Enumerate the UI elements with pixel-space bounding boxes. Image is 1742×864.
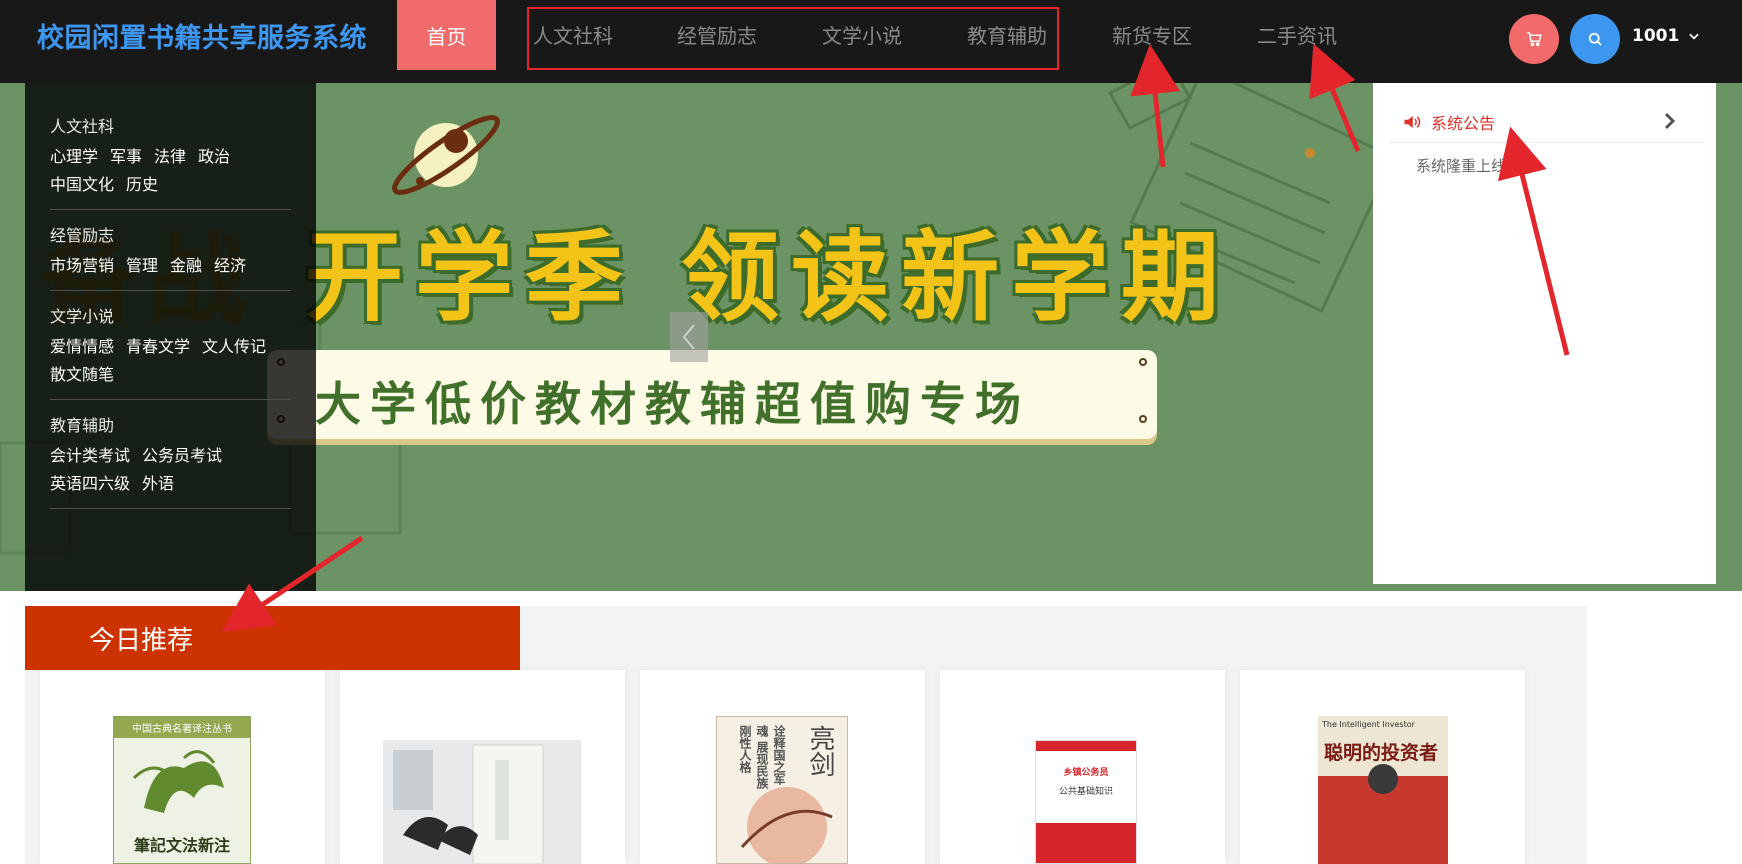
category-link[interactable]: 英语四六级 — [50, 470, 130, 494]
rivet-icon — [1139, 358, 1147, 366]
category-link[interactable]: 青春文学 — [126, 333, 190, 357]
nav-secondhand-news[interactable]: 二手资讯 — [1257, 20, 1337, 49]
category-link[interactable]: 历史 — [126, 171, 158, 195]
nav-literature[interactable]: 文学小说 — [822, 20, 902, 49]
category-link[interactable]: 经济 — [214, 252, 246, 276]
cover-band — [1036, 823, 1136, 863]
cover-title: 亮剑 — [805, 725, 835, 777]
category-links: 市场营销 管理 金融 经济 — [50, 252, 290, 276]
category-link[interactable]: 爱情情感 — [50, 333, 114, 357]
chevron-down-icon — [1689, 33, 1700, 40]
category-link[interactable]: 军事 — [110, 143, 142, 167]
nav-humanities[interactable]: 人文社科 — [533, 20, 613, 49]
category-group: 文学小说 爱情情感 青春文学 文人传记 散文随笔 — [50, 303, 291, 400]
book-photo — [383, 740, 581, 864]
cart-icon — [1527, 32, 1542, 47]
category-link[interactable]: 市场营销 — [50, 252, 114, 276]
book-cover: The Intelligent Investor 聪明的投资者 — [1318, 716, 1448, 864]
book-card[interactable] — [340, 670, 625, 864]
cart-button[interactable] — [1509, 14, 1559, 64]
notice-title: 系统公告 — [1431, 113, 1496, 133]
cover-text: 公共基础知识 — [1058, 787, 1113, 797]
category-link[interactable]: 金融 — [170, 252, 202, 276]
category-title[interactable]: 经管励志 — [50, 222, 291, 246]
category-links: 爱情情感 青春文学 文人传记 散文随笔 — [50, 333, 270, 385]
book-card[interactable]: The Intelligent Investor 聪明的投资者 — [1240, 670, 1525, 864]
recommend-title: 今日推荐 — [25, 606, 520, 670]
cover-title: 乡镇公务员 — [1063, 768, 1109, 778]
category-link[interactable]: 会计类考试 — [50, 442, 130, 466]
nav-business[interactable]: 经管励志 — [677, 20, 757, 49]
category-title[interactable]: 人文社科 — [50, 113, 291, 137]
category-link[interactable]: 文人传记 — [202, 333, 266, 357]
category-sidebar: 人文社科 心理学 军事 法律 政治 中国文化 历史 经管励志 市场营销 管理 金… — [25, 83, 316, 591]
search-button[interactable] — [1570, 14, 1620, 64]
cover-illustration — [740, 787, 833, 863]
chevron-right-icon[interactable] — [1663, 111, 1677, 131]
speaker-icon — [1404, 115, 1421, 128]
notice-item[interactable]: 系统隆重上线 — [1416, 155, 1506, 176]
book-cover: 亮剑 诠释国之军魂 展现民族刚性人格 — [716, 716, 848, 864]
category-link[interactable]: 管理 — [126, 252, 158, 276]
category-link[interactable]: 心理学 — [50, 143, 98, 167]
cover-series: 中国古典名著译注丛书 — [114, 717, 250, 738]
user-id: 1001 — [1632, 26, 1680, 46]
book-cover: 乡镇公务员 公共基础知识 — [1035, 740, 1137, 864]
carousel-prev-button[interactable] — [670, 312, 708, 362]
category-link[interactable]: 法律 — [154, 143, 186, 167]
author-portrait — [1368, 764, 1398, 794]
user-menu[interactable]: 1001 — [1632, 26, 1701, 46]
category-link[interactable]: 中国文化 — [50, 171, 114, 195]
notice-header[interactable]: 系统公告 — [1389, 101, 1705, 143]
book-card[interactable]: 中国古典名著译注丛书 筆記文法新注 — [40, 670, 325, 864]
cover-stripe — [1036, 741, 1136, 751]
top-navigation-bar: 校园闲置书籍共享服务系统 首页 人文社科 经管励志 文学小说 教育辅助 新货专区… — [0, 0, 1742, 83]
banner-subline-box: 大学低价教材教辅超值购专场 — [267, 350, 1157, 439]
chevron-left-icon — [682, 324, 695, 350]
search-icon — [1588, 32, 1602, 46]
category-link[interactable]: 公务员考试 — [142, 442, 222, 466]
category-links: 会计类考试 公务员考试 英语四六级 外语 — [50, 442, 270, 494]
cover-title: 聪明的投资者 — [1324, 742, 1439, 764]
nav-new-goods[interactable]: 新货专区 — [1112, 20, 1192, 49]
category-title[interactable]: 教育辅助 — [50, 412, 291, 436]
banner-subline: 大学低价教材教辅超值购专场 — [315, 377, 1030, 431]
banner-headline: 开学季 领读新学期 — [305, 221, 1232, 335]
category-link[interactable]: 政治 — [198, 143, 230, 167]
category-links: 心理学 军事 法律 政治 中国文化 历史 — [50, 143, 270, 195]
cover-text: 筆記文法新注 — [133, 836, 230, 855]
category-group: 人文社科 心理学 军事 法律 政治 中国文化 历史 — [50, 113, 291, 210]
category-group: 经管励志 市场营销 管理 金融 经济 — [50, 222, 291, 291]
notice-panel: 系统公告 系统隆重上线 — [1373, 83, 1716, 584]
book-cover: 中国古典名著译注丛书 筆記文法新注 — [113, 716, 251, 864]
category-link[interactable]: 外语 — [142, 470, 174, 494]
book-card[interactable]: 亮剑 诠释国之军魂 展现民族刚性人格 — [640, 670, 925, 864]
category-title[interactable]: 文学小说 — [50, 303, 291, 327]
nav-home[interactable]: 首页 — [397, 0, 496, 70]
site-brand[interactable]: 校园闲置书籍共享服务系统 — [37, 16, 367, 55]
nav-education[interactable]: 教育辅助 — [967, 20, 1047, 49]
book-cover — [383, 740, 581, 864]
category-group: 教育辅助 会计类考试 公务员考试 英语四六级 外语 — [50, 412, 291, 509]
rivet-icon — [1139, 415, 1147, 423]
book-card[interactable]: 乡镇公务员 公共基础知识 — [940, 670, 1225, 864]
phoenix-illustration — [132, 750, 224, 813]
category-link[interactable]: 散文随笔 — [50, 361, 114, 385]
